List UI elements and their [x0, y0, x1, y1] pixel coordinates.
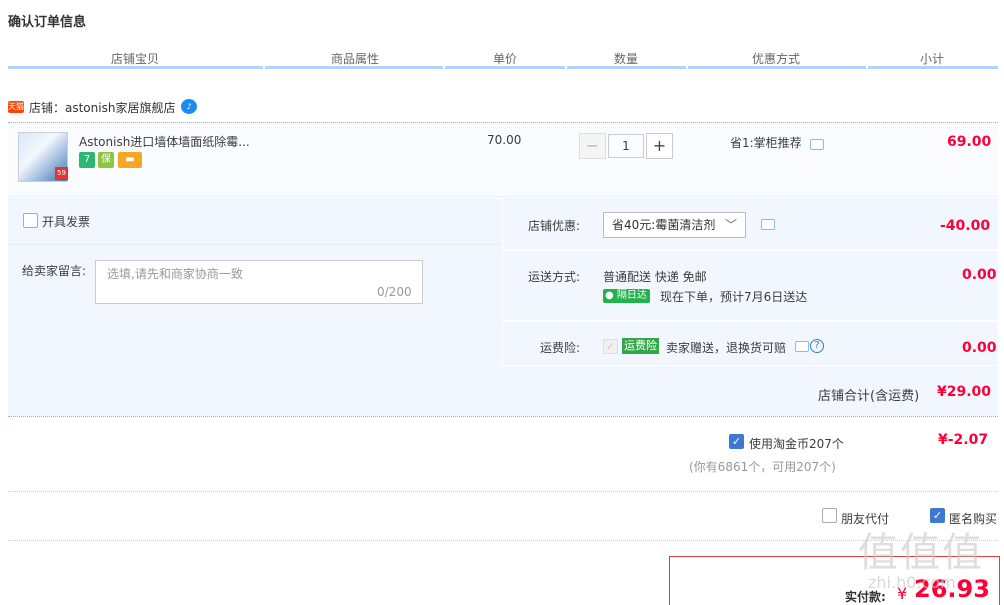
insurance-text: 卖家赠送，退换货可赔: [666, 341, 787, 355]
memo-char-counter: 0/200: [377, 285, 412, 299]
shop-discount-label: 店铺优惠:: [528, 219, 581, 233]
column-header-attributes: 商品属性: [330, 52, 379, 66]
page-title: 确认订单信息: [8, 15, 87, 30]
invoice-label: 开具发票: [42, 215, 91, 229]
friend-pay-checkbox[interactable]: [822, 508, 837, 523]
guarantee-icon[interactable]: 保: [98, 152, 114, 168]
thumbnail-price-tag: 59: [55, 167, 68, 180]
divider: [8, 540, 998, 541]
message-icon[interactable]: [761, 219, 775, 230]
shop-discount-selected: 省40元:霉菌清洁剂: [612, 218, 716, 232]
header-divider-gap: [443, 66, 445, 69]
shipping-row: [503, 251, 998, 321]
taojinbi-balance: (你有6861个，可用207个): [689, 460, 836, 474]
quantity-increase-button[interactable]: +: [646, 133, 673, 159]
column-header-subtotal: 小计: [919, 52, 944, 66]
shop-total-amount: ¥29.00: [937, 384, 992, 400]
chevron-down-icon: ﹀: [724, 218, 737, 232]
shop-discount-amount: -40.00: [940, 218, 991, 234]
tmall-icon: 天猫: [8, 101, 24, 113]
chat-bubble-icon[interactable]: ♪: [181, 99, 197, 114]
taojinbi-checkbox[interactable]: ✓: [729, 434, 744, 449]
insurance-amount: 0.00: [962, 340, 997, 356]
insurance-badge: 运费险: [622, 338, 659, 354]
header-divider-gap: [686, 66, 688, 69]
taojinbi-amount: ¥-2.07: [938, 432, 989, 448]
item-subtotal: 69.00: [947, 134, 992, 150]
shop-name-link[interactable]: 店铺：astonish家居旗舰店: [29, 99, 175, 116]
header-divider: [8, 66, 998, 69]
header-divider-gap: [866, 66, 868, 69]
quantity-input[interactable]: 1: [608, 134, 644, 158]
memo-placeholder: 选填,请先和商家协商一致: [107, 267, 243, 281]
message-icon[interactable]: [795, 341, 809, 352]
insurance-label: 运费险:: [540, 341, 581, 355]
item-title-link[interactable]: Astonish进口墙体墙面纸除霉...: [79, 133, 250, 150]
message-icon[interactable]: [810, 139, 824, 150]
column-header-item: 店铺宝贝: [110, 52, 159, 66]
item-unit-price: 70.00: [487, 133, 522, 147]
quantity-decrease-button[interactable]: −: [579, 133, 606, 159]
shop-discount-select[interactable]: 省40元:霉菌清洁剂 ﹀: [603, 212, 746, 238]
column-header-discount: 优惠方式: [751, 52, 800, 66]
divider: [8, 491, 998, 492]
help-icon[interactable]: ?: [810, 339, 824, 353]
header-divider-gap: [263, 66, 265, 69]
memo-label: 给卖家留言:: [22, 264, 87, 278]
column-header-price: 单价: [492, 52, 517, 66]
watermark-url: zhi.h0.com: [868, 573, 956, 592]
next-day-badge: ● 隔日达: [603, 289, 650, 303]
column-header-quantity: 数量: [613, 52, 638, 66]
insurance-checkbox: ✓: [603, 339, 618, 354]
shipping-eta: 现在下单，预计7月6日送达: [660, 290, 808, 304]
item-promo-label: 省1:掌柜推荐: [730, 136, 802, 150]
next-day-badge-text: 隔日达: [616, 290, 647, 301]
watermark: 值值值: [858, 530, 984, 576]
shipping-label: 运送方式:: [528, 270, 581, 284]
taojinbi-label: 使用淘金币207个: [749, 437, 844, 451]
invoice-checkbox[interactable]: [23, 213, 38, 228]
shipping-amount: 0.00: [962, 267, 997, 283]
card-payment-icon[interactable]: ▬: [118, 152, 142, 168]
shipping-method: 普通配送 快递 免邮: [603, 270, 707, 284]
shop-total-label: 店铺合计(含运费): [818, 389, 920, 404]
seven-day-return-icon[interactable]: 7: [79, 152, 95, 168]
header-divider-gap: [565, 66, 567, 69]
